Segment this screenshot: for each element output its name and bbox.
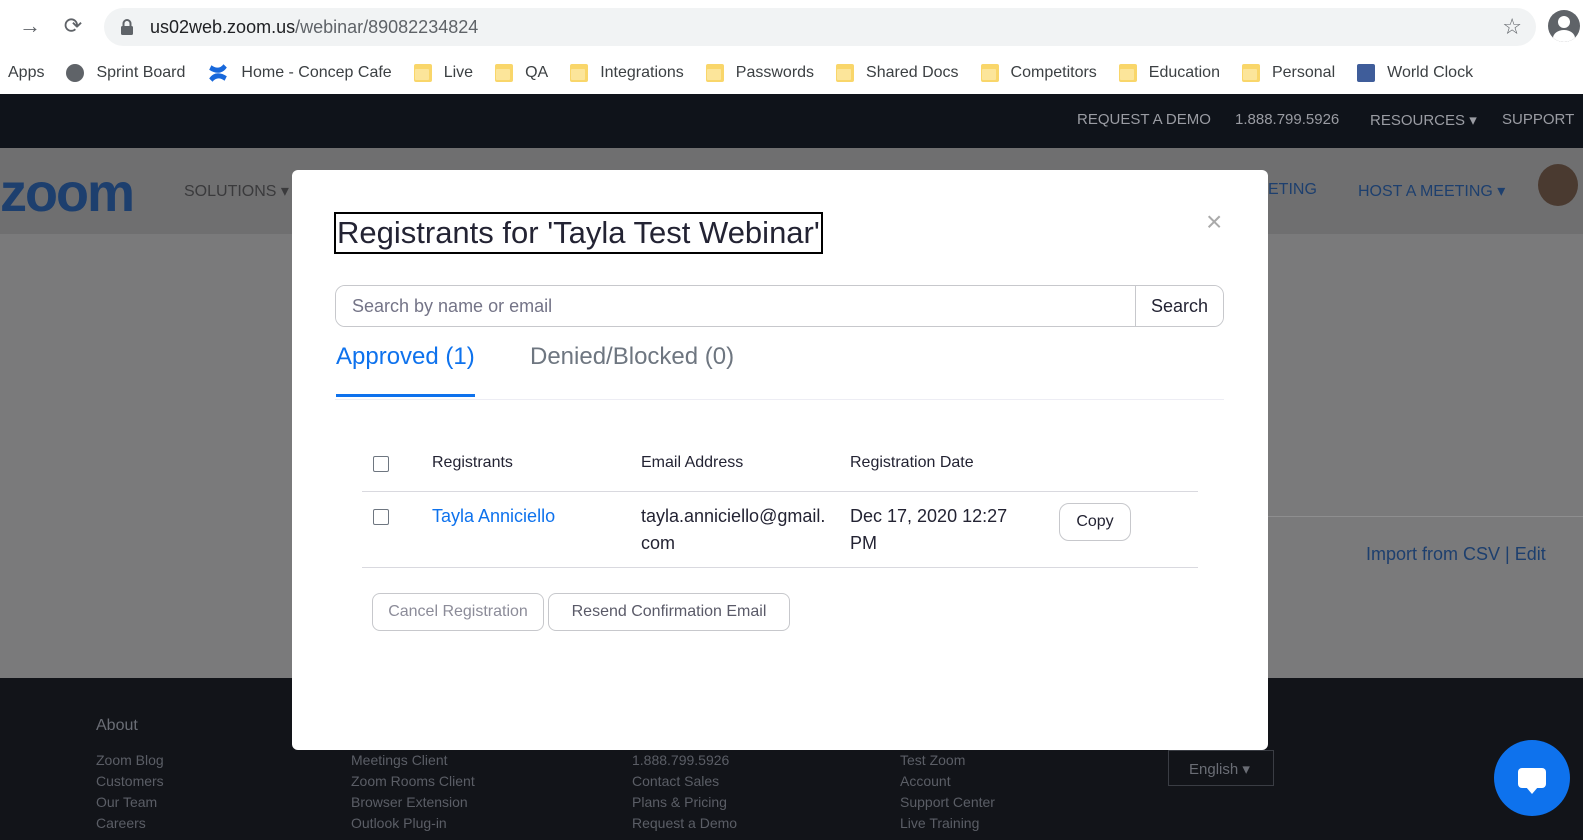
zoom-top-bar: REQUEST A DEMO 1.888.799.5926 RESOURCES … xyxy=(0,94,1583,148)
tab-approved[interactable]: Approved (1) xyxy=(336,343,475,397)
solutions-menu[interactable]: SOLUTIONS ▾ xyxy=(184,181,289,201)
bookmark-competitors[interactable]: Competitors xyxy=(980,64,1097,82)
footer-link[interactable]: Outlook Plug-in xyxy=(351,815,447,831)
bookmark-world-clock[interactable]: World Clock xyxy=(1357,64,1473,82)
reload-icon[interactable]: ⟳ xyxy=(61,14,85,38)
phone-link[interactable]: 1.888.799.5926 xyxy=(1235,111,1339,128)
bookmark-integrations[interactable]: Integrations xyxy=(570,64,684,82)
bookmark-live[interactable]: Live xyxy=(413,64,473,82)
registrants-table: Registrants Email Address Registration D… xyxy=(362,430,1198,568)
caret-down-icon: ▾ xyxy=(1242,761,1250,778)
confluence-icon xyxy=(209,64,228,82)
close-icon[interactable]: × xyxy=(1206,208,1222,236)
bookmark-sprint-board[interactable]: Sprint Board xyxy=(66,64,185,82)
header-registrants: Registrants xyxy=(432,454,513,471)
search-group: Search xyxy=(335,285,1224,327)
resend-confirmation-button[interactable]: Resend Confirmation Email xyxy=(548,593,790,631)
folder-icon xyxy=(413,64,432,82)
folder-icon xyxy=(705,64,724,82)
host-meeting-menu[interactable]: HOST A MEETING ▾ xyxy=(1358,181,1505,201)
registrant-tabs: Approved (1) Denied/Blocked (0) xyxy=(335,340,1224,400)
zoom-logo[interactable]: zoom xyxy=(0,162,135,224)
section-divider xyxy=(1268,516,1583,517)
folder-icon xyxy=(495,64,514,82)
footer-link[interactable]: Account xyxy=(900,773,951,789)
address-bar[interactable]: us02web.zoom.us/webinar/89082234824 ☆ xyxy=(104,8,1536,46)
bookmark-personal[interactable]: Personal xyxy=(1241,64,1335,82)
modal-title: Registrants for 'Tayla Test Webinar' xyxy=(334,212,823,254)
registrant-name-link[interactable]: Tayla Anniciello xyxy=(432,503,555,530)
folder-icon xyxy=(1241,64,1260,82)
footer-link[interactable]: 1.888.799.5926 xyxy=(632,752,729,768)
profile-avatar-icon[interactable] xyxy=(1548,10,1580,42)
footer-link[interactable]: Zoom Rooms Client xyxy=(351,773,475,789)
search-input[interactable] xyxy=(336,286,1135,326)
language-select[interactable]: English ▾ xyxy=(1168,750,1274,786)
bookmark-apps[interactable]: Apps xyxy=(8,64,44,82)
import-edit-links: Import from CSV | Edit xyxy=(1366,544,1546,564)
footer-link[interactable]: Meetings Client xyxy=(351,752,448,768)
header-email: Email Address xyxy=(641,454,744,471)
chat-icon xyxy=(1518,768,1546,794)
registrants-modal: Registrants for 'Tayla Test Webinar' × S… xyxy=(292,170,1268,750)
bookmarks-bar: Apps Sprint Board Home - Concep Cafe Liv… xyxy=(0,52,1583,94)
join-meeting-link[interactable]: ETING xyxy=(1268,181,1317,199)
bookmark-concep-cafe[interactable]: Home - Concep Cafe xyxy=(207,62,392,84)
resources-menu[interactable]: RESOURCES ▾ xyxy=(1370,111,1477,129)
footer-link[interactable]: Zoom Blog xyxy=(96,752,164,768)
bookmark-shared-docs[interactable]: Shared Docs xyxy=(836,64,959,82)
bookmark-passwords[interactable]: Passwords xyxy=(705,64,814,82)
folder-icon xyxy=(570,64,589,82)
caret-down-icon: ▾ xyxy=(280,183,289,200)
footer-link[interactable]: Browser Extension xyxy=(351,794,468,810)
table-row: Tayla Anniciello tayla.anniciello@gmail.… xyxy=(362,492,1198,568)
globe-icon xyxy=(66,64,85,82)
user-avatar[interactable] xyxy=(1538,164,1578,206)
bookmark-star-icon[interactable]: ☆ xyxy=(1502,14,1522,40)
caret-down-icon: ▾ xyxy=(1497,183,1506,200)
folder-icon xyxy=(836,64,855,82)
chat-button[interactable] xyxy=(1494,740,1570,816)
folder-icon xyxy=(980,64,999,82)
footer-link[interactable]: Request a Demo xyxy=(632,815,737,831)
support-link[interactable]: SUPPORT xyxy=(1502,111,1574,128)
import-csv-link[interactable]: Import from CSV xyxy=(1366,544,1500,564)
header-registration-date: Registration Date xyxy=(850,454,974,471)
back-arrow-icon[interactable]: → xyxy=(18,14,42,38)
footer-link[interactable]: Support Center xyxy=(900,794,995,810)
footer-link[interactable]: Contact Sales xyxy=(632,773,719,789)
lock-icon xyxy=(121,19,133,35)
footer-link[interactable]: Plans & Pricing xyxy=(632,794,727,810)
registration-date: Dec 17, 2020 12:27 PM xyxy=(850,506,1008,553)
search-button[interactable]: Search xyxy=(1135,286,1223,326)
select-all-checkbox[interactable] xyxy=(373,456,389,472)
cancel-registration-button[interactable]: Cancel Registration xyxy=(372,593,544,631)
registrant-email: tayla.anniciello@gmail. com xyxy=(641,506,826,553)
bookmark-education[interactable]: Education xyxy=(1118,64,1220,82)
request-demo-link[interactable]: REQUEST A DEMO xyxy=(1077,111,1211,128)
edit-link[interactable]: Edit xyxy=(1515,544,1546,564)
footer-link[interactable]: Live Training xyxy=(900,815,979,831)
world-clock-icon xyxy=(1357,64,1376,82)
footer-link[interactable]: Careers xyxy=(96,815,146,831)
copy-button[interactable]: Copy xyxy=(1059,503,1131,541)
url-text: us02web.zoom.us/webinar/89082234824 xyxy=(150,17,479,37)
folder-icon xyxy=(1118,64,1137,82)
table-header-row: Registrants Email Address Registration D… xyxy=(362,430,1198,492)
footer-about-heading: About xyxy=(96,717,138,734)
bookmark-qa[interactable]: QA xyxy=(495,64,548,82)
browser-address-row: → ⟳ us02web.zoom.us/webinar/89082234824 … xyxy=(0,0,1583,52)
footer-link[interactable]: Test Zoom xyxy=(900,752,965,768)
footer-link[interactable]: Customers xyxy=(96,773,164,789)
row-checkbox[interactable] xyxy=(373,509,389,525)
caret-down-icon: ▾ xyxy=(1469,112,1477,129)
tab-denied-blocked[interactable]: Denied/Blocked (0) xyxy=(530,343,734,394)
footer-link[interactable]: Our Team xyxy=(96,794,157,810)
